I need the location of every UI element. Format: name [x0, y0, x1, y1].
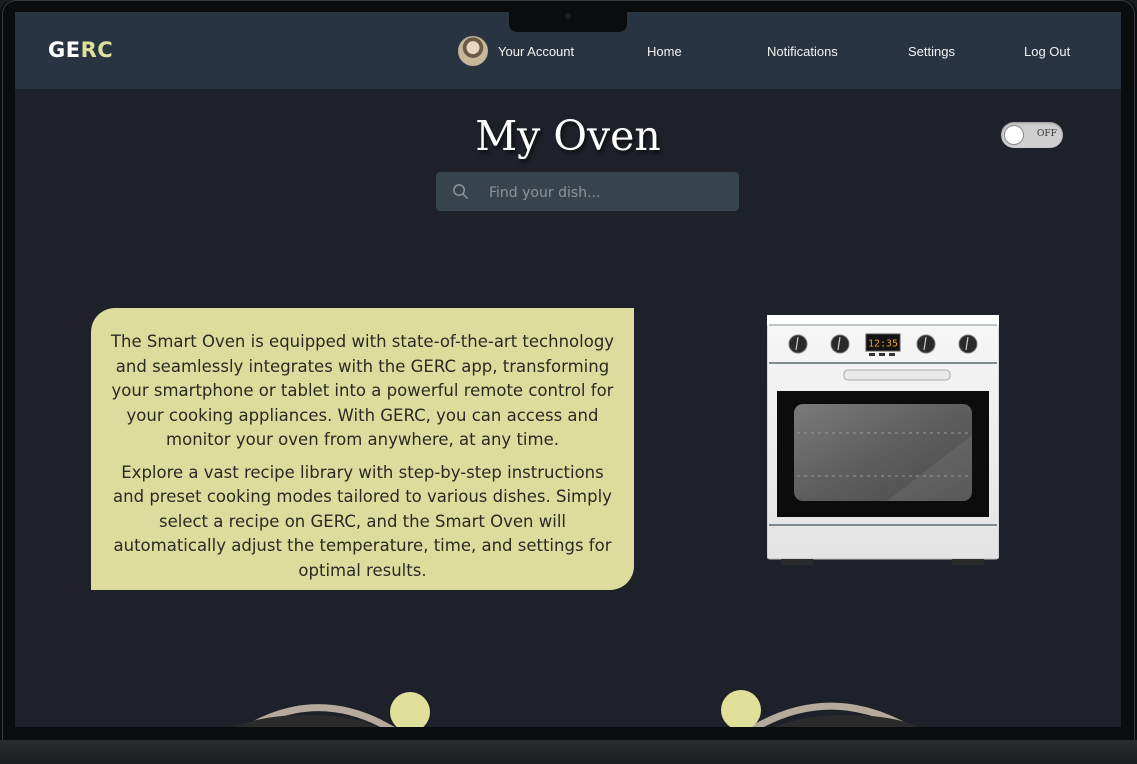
logo[interactable]: GERC [48, 38, 113, 62]
oven-clock: 12:35 [868, 339, 898, 350]
app-screen: GERC Your Account Home Notifications Set… [15, 12, 1121, 727]
camera-notch [509, 10, 627, 32]
nav-notifications[interactable]: Notifications [767, 44, 838, 59]
toggle-state-label: OFF [1037, 129, 1057, 139]
laptop-base [0, 740, 1137, 764]
nav-your-account[interactable]: Your Account [458, 36, 574, 66]
nav-your-account-label: Your Account [498, 43, 575, 59]
search-bar [436, 172, 739, 213]
search-icon [453, 184, 468, 199]
avatar [458, 36, 488, 66]
description-paragraph-2: Explore a vast recipe library with step-… [113, 462, 612, 580]
logo-prefix: GE [48, 38, 81, 62]
dial-decoration-right [721, 690, 919, 727]
search-input[interactable] [487, 172, 731, 213]
oven-image: 12:35 [767, 315, 999, 565]
toggle-knob [1004, 125, 1024, 145]
power-toggle[interactable]: OFF [1001, 122, 1063, 148]
camera-icon [565, 13, 571, 19]
nav-settings[interactable]: Settings [908, 44, 955, 59]
nav-log-out[interactable]: Log Out [1024, 44, 1070, 59]
dial-decoration-left [235, 692, 430, 727]
nav-home[interactable]: Home [647, 44, 682, 59]
page-title: My Oven [475, 112, 661, 160]
description-paragraph-1: The Smart Oven is equipped with state-of… [110, 332, 615, 449]
logo-suffix: RC [80, 38, 114, 62]
description-box: The Smart Oven is equipped with state-of… [91, 308, 634, 590]
